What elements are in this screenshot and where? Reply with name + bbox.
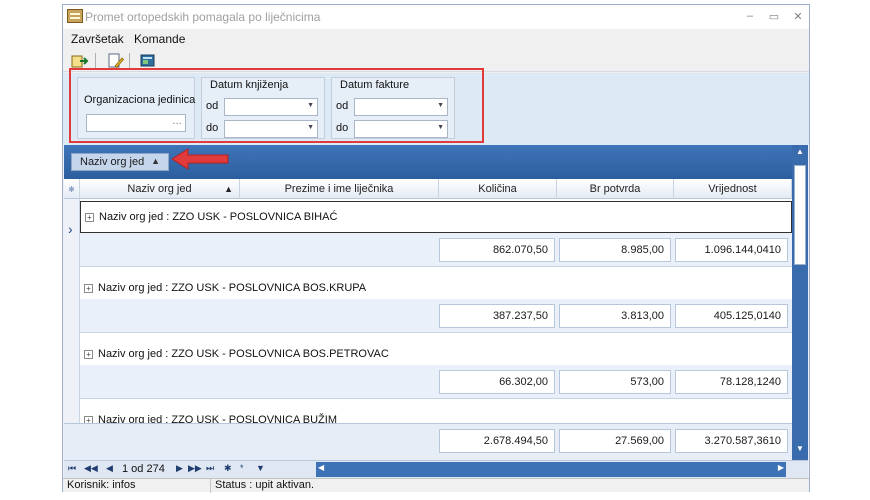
summary-vrijednost: 1.096.144,0410 <box>675 238 788 262</box>
summary-br-potvrda: 573,00 <box>559 370 671 394</box>
record-position: 1 od 274 <box>122 463 165 475</box>
summary-br-potvrda: 3.813,00 <box>559 304 671 328</box>
summary-kolicina: 387.237,50 <box>439 304 555 328</box>
grid-totals-row: 2.678.494,50 27.569,00 3.270.587,3610 <box>64 423 792 460</box>
menu-komande[interactable]: Komande <box>134 32 185 46</box>
group-summary-row: 387.237,50 3.813,00 405.125,0140 <box>80 299 792 333</box>
column-header-row: ✱ Naziv org jed ▲ Prezime i ime liječnik… <box>64 179 792 199</box>
edit-record-icon[interactable]: * <box>240 463 244 473</box>
menu-zavrsetak[interactable]: Završetak <box>71 32 124 46</box>
next-record-icon[interactable]: ▶ <box>176 463 183 474</box>
expand-icon[interactable]: + <box>84 350 93 359</box>
window-title: Promet ortopedskih pomagala po liječnici… <box>85 10 321 24</box>
status-user: Korisnik: infos <box>63 479 211 493</box>
status-bar: Korisnik: infos Status : upit aktivan. <box>63 478 809 493</box>
prev-page-icon[interactable]: ◀◀ <box>84 463 98 474</box>
expand-icon[interactable]: + <box>84 284 93 293</box>
summary-vrijednost: 78.128,1240 <box>675 370 788 394</box>
maximize-button[interactable]: ▭ <box>767 10 781 23</box>
expand-icon[interactable]: + <box>85 213 94 222</box>
column-header-naziv-org-jed[interactable]: Naziv org jed ▲ <box>80 179 240 199</box>
first-record-icon[interactable]: ⏮ <box>68 463 76 474</box>
menu-bar: Završetak Komande <box>63 29 809 49</box>
toolbar-separator <box>95 53 96 69</box>
group-row[interactable]: + Naziv org jed : ZZO USK - POSLOVNICA B… <box>80 201 792 233</box>
scrollbar-thumb[interactable] <box>794 165 806 265</box>
toolbar-separator <box>129 53 130 69</box>
next-page-icon[interactable]: ▶▶ <box>188 463 202 474</box>
scroll-up-icon[interactable]: ▲ <box>794 147 806 159</box>
column-header-prezime[interactable]: Prezime i ime liječnika <box>240 179 439 199</box>
exit-icon[interactable] <box>71 53 89 69</box>
group-by-chip-label: Naziv org jed <box>80 156 145 168</box>
column-header-kolicina[interactable]: Količina <box>439 179 557 199</box>
current-row-icon: › <box>68 221 73 237</box>
row-indicator-column: › <box>64 199 80 423</box>
minimize-button[interactable]: – <box>743 10 757 22</box>
prev-record-icon[interactable]: ◀ <box>106 463 113 474</box>
group-row[interactable]: + Naziv org jed : ZZO USK - POSLOVNICA B… <box>80 405 792 423</box>
group-row-label: Naziv org jed : ZZO USK - POSLOVNICA BIH… <box>99 211 338 223</box>
status-message: Status : upit aktivan. <box>215 479 315 491</box>
sort-up-icon: ▲ <box>224 184 233 194</box>
column-header-vrijednost[interactable]: Vrijednost <box>674 179 792 199</box>
record-navigator: ⏮ ◀◀ ◀ 1 od 274 ▶ ▶▶ ⏭ ✱ * ▼ ◀ ▶ <box>64 460 808 478</box>
asterisk-icon: ✱ <box>68 185 75 194</box>
app-icon <box>67 9 83 23</box>
title-bar[interactable]: Promet ortopedskih pomagala po liječnici… <box>63 5 809 29</box>
group-summary-row: 66.302,00 573,00 78.128,1240 <box>80 365 792 399</box>
scroll-down-icon[interactable]: ▼ <box>794 444 806 456</box>
group-row-label: Naziv org jed : ZZO USK - POSLOVNICA BOS… <box>98 348 389 360</box>
highlight-arrow-icon <box>171 148 229 170</box>
data-grid: Naziv org jed ▲ ✱ Naziv org jed ▲ Prezim… <box>64 145 808 460</box>
sort-up-icon: ▲ <box>151 156 160 166</box>
filter-highlight-box <box>69 68 484 143</box>
column-header-label: Naziv org jed <box>127 183 192 195</box>
scroll-right-icon[interactable]: ▶ <box>778 463 784 472</box>
edit-document-icon[interactable] <box>107 53 125 69</box>
close-button[interactable]: ✕ <box>791 10 805 23</box>
column-header-br-potvrda[interactable]: Br potvrda <box>557 179 674 199</box>
group-by-chip[interactable]: Naziv org jed ▲ <box>71 153 169 171</box>
summary-br-potvrda: 8.985,00 <box>559 238 671 262</box>
horizontal-scrollbar[interactable]: ◀ ▶ <box>316 462 786 477</box>
summary-kolicina: 66.302,00 <box>439 370 555 394</box>
total-vrijednost: 3.270.587,3610 <box>675 429 788 453</box>
group-summary-row: 862.070,50 8.985,00 1.096.144,0410 <box>80 233 792 267</box>
group-row-label: Naziv org jed : ZZO USK - POSLOVNICA BUŽ… <box>98 414 337 423</box>
group-row-label: Naziv org jed : ZZO USK - POSLOVNICA BOS… <box>98 282 367 294</box>
header-indicator-cell: ✱ <box>64 179 80 199</box>
scroll-left-icon[interactable]: ◀ <box>318 463 324 472</box>
expand-icon[interactable]: + <box>84 416 93 423</box>
add-record-icon[interactable]: ✱ <box>224 463 232 474</box>
summary-kolicina: 862.070,50 <box>439 238 555 262</box>
total-br-potvrda: 27.569,00 <box>559 429 671 453</box>
total-kolicina: 2.678.494,50 <box>439 429 555 453</box>
last-record-icon[interactable]: ⏭ <box>206 463 214 474</box>
grid-body: › + Naziv org jed : ZZO USK - POSLOVNICA… <box>64 199 792 423</box>
report-icon[interactable] <box>139 53 157 69</box>
vertical-scrollbar[interactable]: ▲ ▼ <box>792 145 808 460</box>
summary-vrijednost: 405.125,0140 <box>675 304 788 328</box>
filter-icon[interactable]: ▼ <box>256 463 265 473</box>
